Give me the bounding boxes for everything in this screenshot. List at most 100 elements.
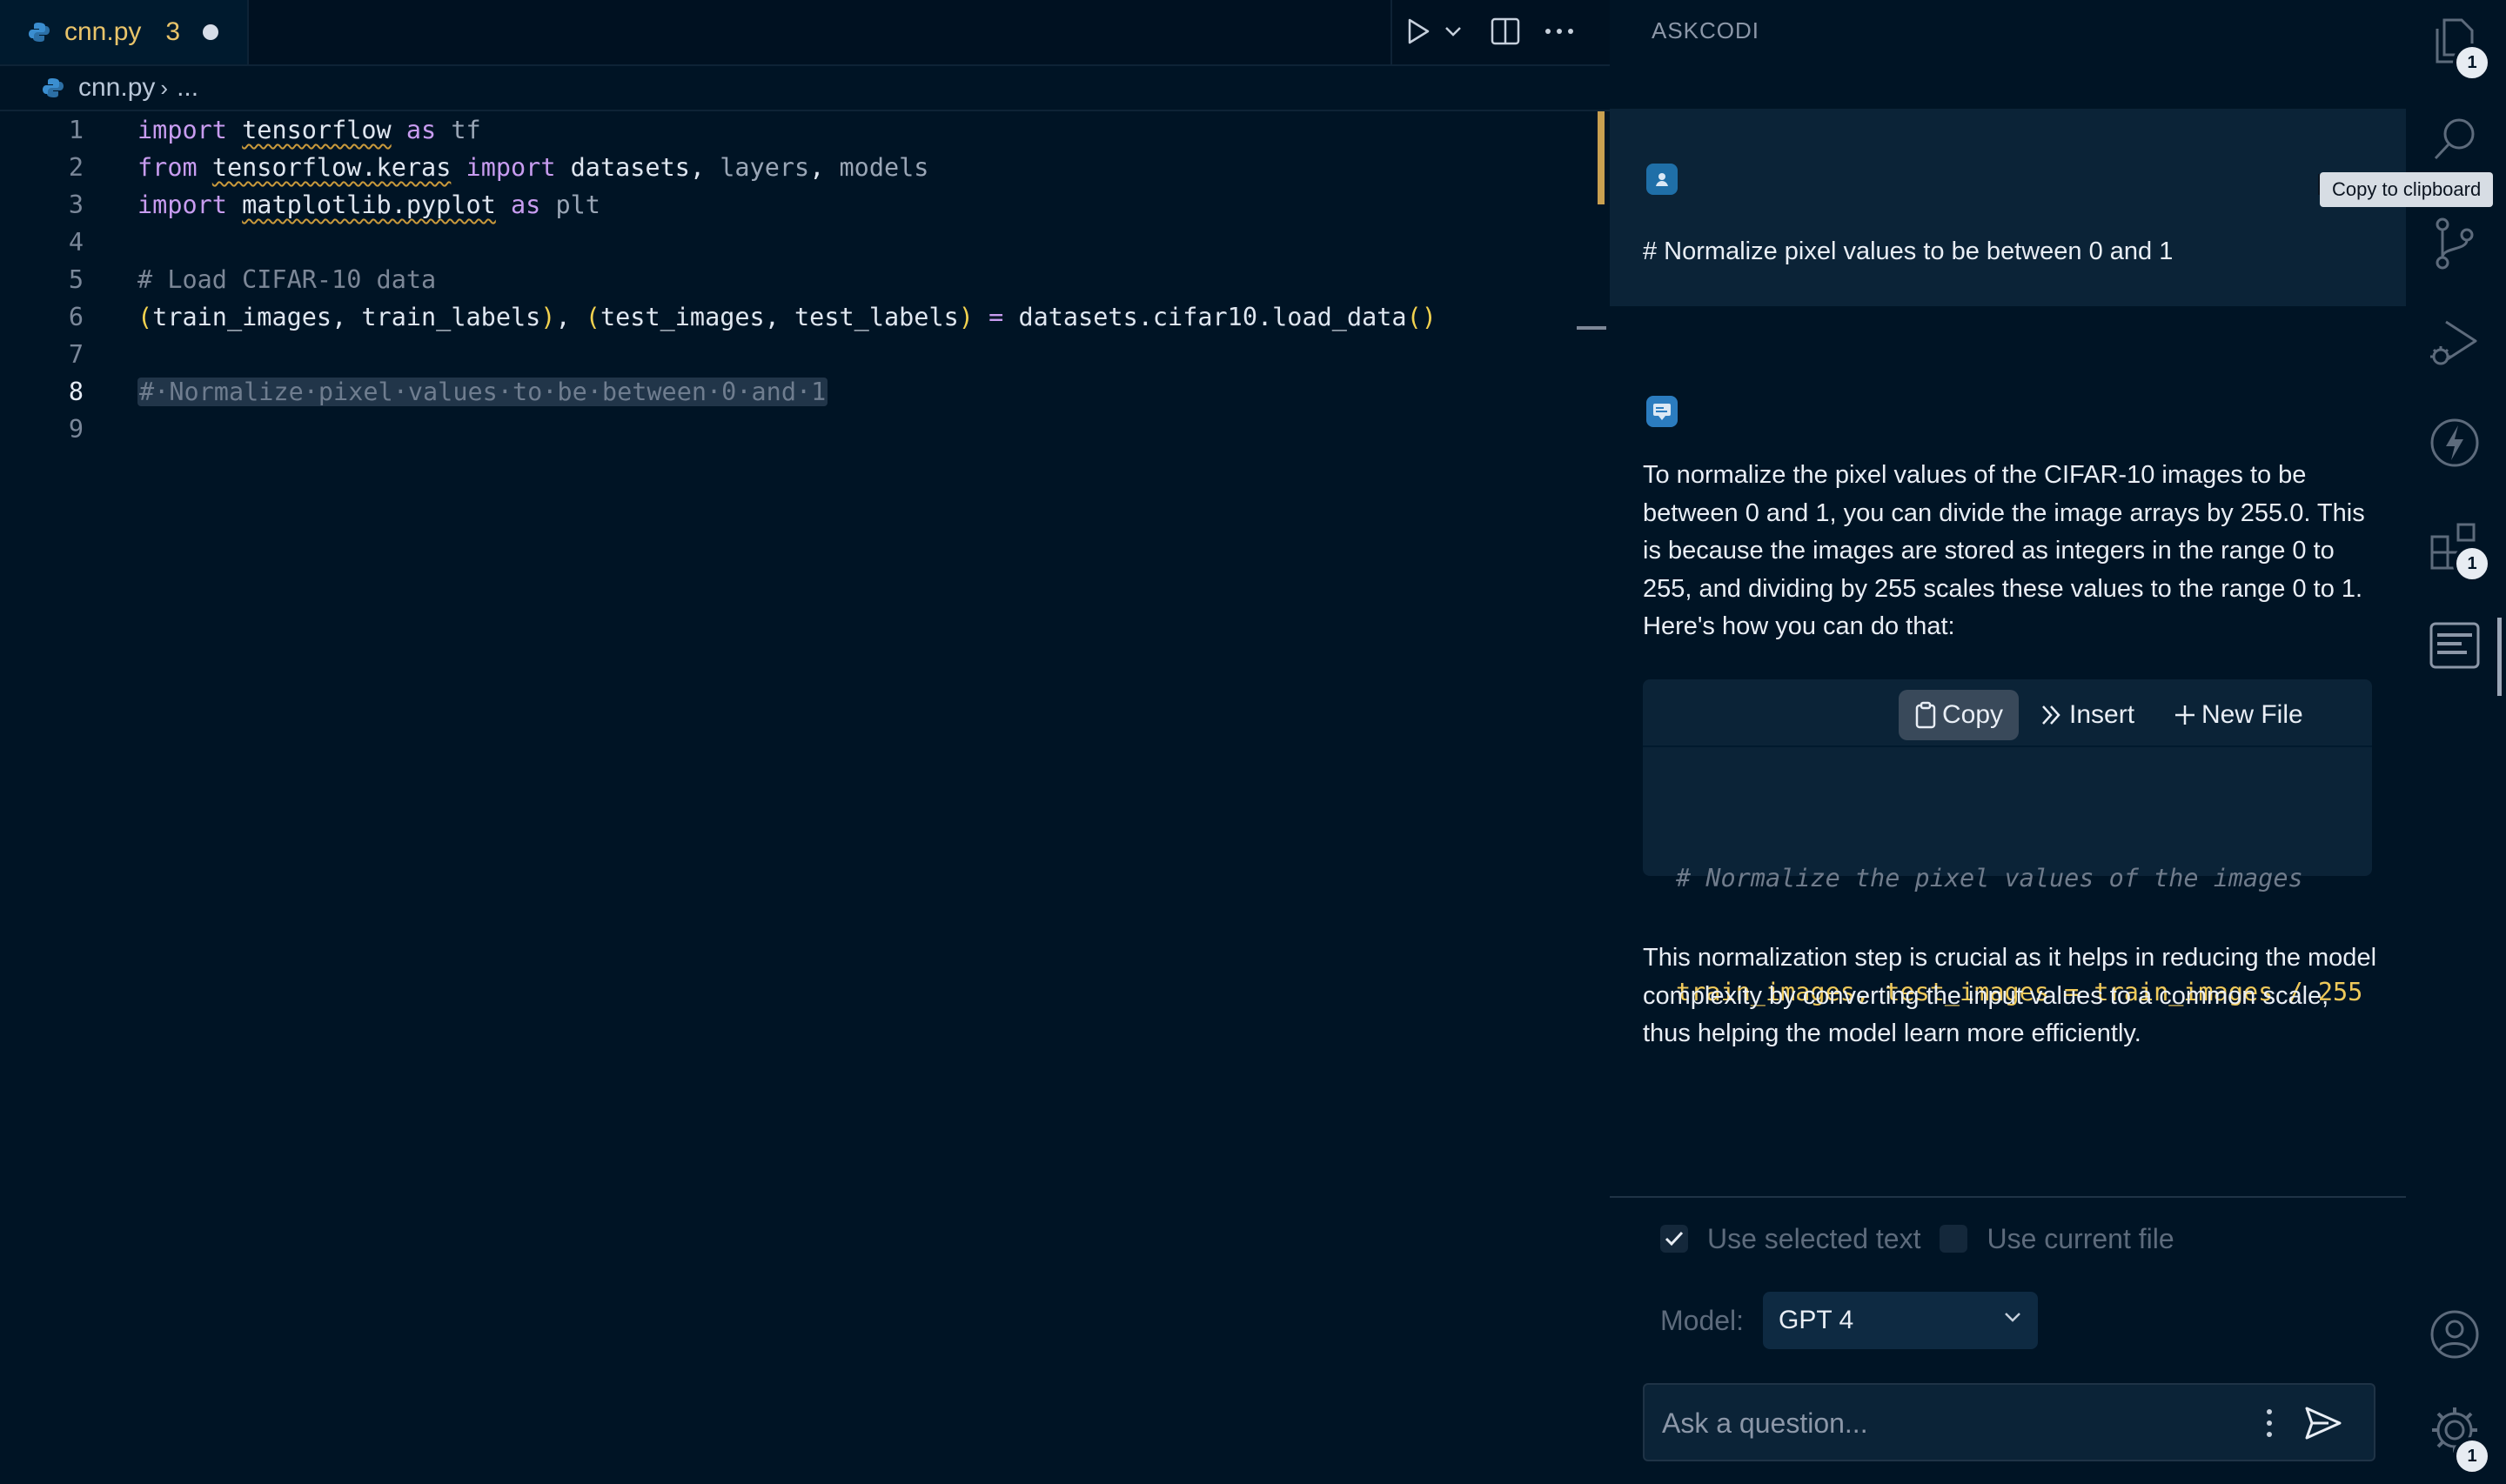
code-token: test_images, test_labels [600, 303, 959, 331]
lightning-icon[interactable] [2427, 415, 2483, 471]
active-indicator [2497, 618, 2502, 696]
line-number: 7 [68, 340, 84, 369]
chevron-down-icon[interactable] [1436, 14, 1471, 49]
tab-cnn-py[interactable]: cnn.py 3 [0, 0, 249, 64]
user-message: # Normalize pixel values to be between 0… [1610, 109, 2406, 306]
run-icon[interactable] [1401, 14, 1436, 49]
send-icon[interactable] [2302, 1402, 2344, 1444]
line-content: import matplotlib.pyplot as plt [137, 191, 600, 219]
run-debug-icon[interactable] [2427, 315, 2483, 371]
code-token: matplotlib.pyplot [242, 191, 496, 219]
assistant-avatar-icon [1646, 396, 1678, 427]
panel-divider [1610, 1196, 2406, 1198]
insert-label: Insert [2069, 700, 2135, 729]
python-file-icon [43, 78, 64, 97]
line-number: 9 [68, 415, 84, 444]
copy-button[interactable]: Copy [1899, 690, 2019, 740]
copy-tooltip: Copy to clipboard [2320, 172, 2494, 207]
code-token: , [809, 153, 840, 182]
code-token: ) [958, 303, 974, 331]
assistant-paragraph: This normalization step is crucial as it… [1643, 944, 2377, 1047]
code-token: layers [720, 153, 810, 182]
line-content: (train_images, train_labels), (test_imag… [137, 303, 1437, 331]
user-message-text: # Normalize pixel values to be between 0… [1643, 237, 2174, 265]
code-line[interactable]: 3 import matplotlib.pyplot as plt [0, 186, 1592, 224]
model-select[interactable]: GPT 4 [1763, 1292, 2039, 1349]
code-token: plt [540, 191, 600, 219]
use-current-file-label[interactable]: Use current file [1987, 1223, 2174, 1255]
code-line[interactable]: 2 from tensorflow.keras import datasets, … [0, 149, 1592, 186]
code-line[interactable]: 7 [0, 336, 1592, 373]
dot-icon[interactable] [203, 24, 219, 40]
checkmark-icon [1665, 1231, 1684, 1247]
breadcrumb-file[interactable]: cnn.py [78, 73, 155, 103]
code-token: datasets.cifar10.load_data [1003, 303, 1407, 331]
code-token: , [555, 303, 586, 331]
problem-count: 3 [165, 17, 181, 46]
code-token: ( [585, 303, 600, 331]
context-options: Use selected text Use current file [1660, 1220, 2174, 1258]
code-token: ) [540, 303, 556, 331]
assistant-paragraph: To normalize the pixel values of the CIF… [1643, 461, 2365, 640]
code-line[interactable]: 1 import tensorflow as tf [0, 111, 1592, 149]
line-content: # Load CIFAR-10 data [137, 265, 436, 294]
model-value: GPT 4 [1779, 1306, 1854, 1334]
code-token: import [137, 191, 227, 219]
code-token: as [405, 116, 437, 144]
split-editor-icon[interactable] [1488, 14, 1523, 49]
kebab-menu-icon[interactable] [2252, 1404, 2287, 1442]
new-file-label: New File [2201, 700, 2303, 729]
code-line[interactable]: 4 [0, 224, 1592, 261]
scrollbar-change-marker [1598, 111, 1605, 204]
use-selected-text-label[interactable]: Use selected text [1707, 1223, 1920, 1255]
code-snippet-comment: # Normalize the pixel values of the imag… [1676, 864, 2303, 892]
code-token: tf [436, 116, 481, 144]
use-selected-text-checkbox[interactable] [1660, 1225, 1688, 1253]
new-file-button[interactable]: New File [2174, 690, 2303, 740]
code-block-toolbar: Copy Insert New File [1643, 679, 2372, 747]
code-line[interactable]: 8 #·Normalize·pixel·values·to·be·between·… [0, 373, 1592, 411]
breadcrumb: cnn.py › ... [0, 66, 1610, 111]
code-token: # Load CIFAR-10 data [137, 265, 437, 294]
code-token: models [839, 153, 929, 182]
settings-badge: 1 [2453, 1437, 2491, 1475]
code-line[interactable]: 6 (train_images, train_labels), (test_ima… [0, 298, 1592, 336]
code-token: = [988, 303, 1004, 331]
clipboard-icon [1914, 701, 1937, 729]
line-number: 5 [68, 265, 84, 294]
account-icon[interactable] [2427, 1307, 2483, 1362]
python-file-icon [29, 23, 50, 42]
editor-actions [1390, 0, 1610, 64]
code-token: train_images, train_labels [152, 303, 541, 331]
code-token: import [466, 153, 556, 182]
code-token: tensorflow.keras [211, 153, 452, 182]
code-token: as [511, 191, 541, 219]
code-token: tensorflow [242, 116, 392, 144]
line-number: 8 [68, 378, 84, 406]
more-icon[interactable] [1542, 14, 1577, 49]
code-block: Copy Insert New File # Normalize the pix… [1643, 679, 2372, 1006]
plus-icon [2174, 704, 2196, 726]
ask-input[interactable] [1660, 1385, 2221, 1461]
line-content: #·Normalize·pixel·values·to·be·between·0… [137, 378, 828, 406]
code-line[interactable]: 9 [0, 411, 1592, 448]
use-current-file-checkbox[interactable] [1940, 1225, 1968, 1253]
code-token: #·Normalize·pixel·values·to·be·between·0… [137, 378, 828, 406]
insert-button[interactable]: Insert [2040, 690, 2134, 740]
line-number: 4 [68, 228, 84, 257]
source-control-icon[interactable] [2427, 216, 2483, 271]
search-icon[interactable] [2427, 111, 2483, 167]
line-number: 3 [68, 191, 84, 219]
scrollbar-cursor-marker [1577, 326, 1606, 330]
explorer-badge: 1 [2453, 43, 2491, 82]
code-line[interactable]: 5 # Load CIFAR-10 data [0, 261, 1592, 298]
askcodi-icon[interactable] [2427, 618, 2483, 673]
breadcrumb-more[interactable]: ... [177, 73, 198, 103]
code-token: () [1406, 303, 1437, 331]
extensions-badge: 1 [2453, 545, 2491, 583]
